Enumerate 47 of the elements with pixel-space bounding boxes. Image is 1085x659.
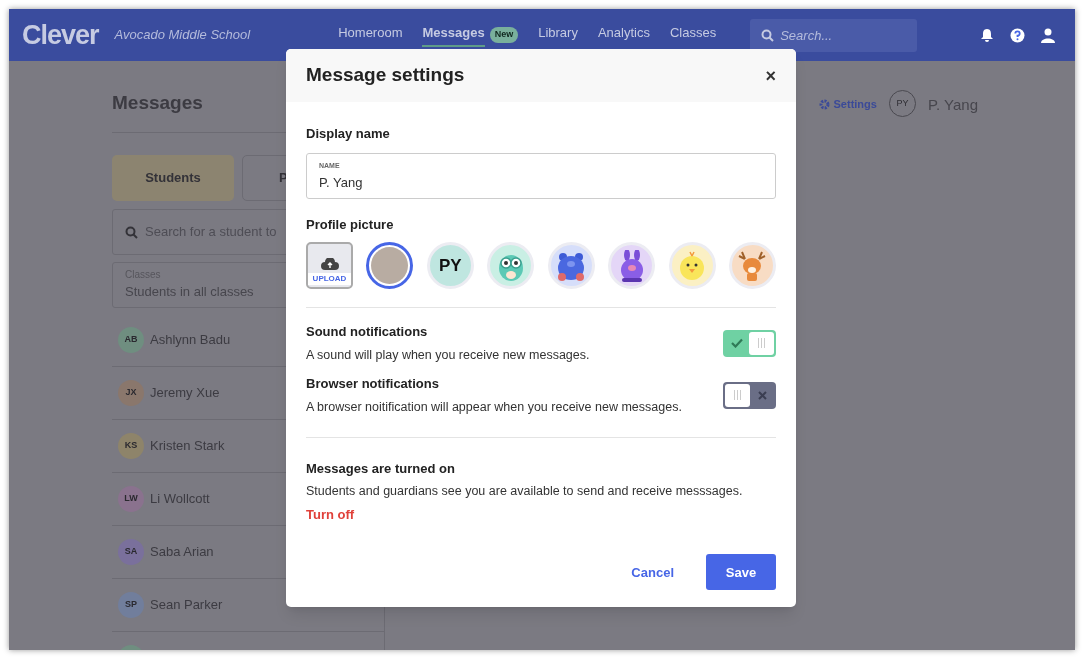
new-badge: New	[489, 27, 519, 43]
student-avatar: JX	[118, 379, 144, 406]
student-name: Jeremy Xue	[150, 383, 220, 402]
tab[interactable]: Students	[112, 154, 234, 201]
gear-icon	[818, 98, 830, 110]
toggle-knob	[725, 383, 750, 407]
bell-icon[interactable]	[980, 27, 994, 43]
search-field[interactable]: Search...	[750, 18, 918, 52]
student-name: Ashlynn Badu	[150, 330, 231, 349]
page-title: Messages	[112, 91, 204, 115]
search-icon	[761, 28, 775, 42]
turn-off-link[interactable]: Turn off	[306, 504, 355, 525]
x-icon	[757, 390, 767, 400]
close-button[interactable]: ×	[765, 66, 776, 85]
avatar-option[interactable]	[366, 242, 414, 289]
help-icon[interactable]	[1010, 27, 1025, 43]
student-name: Sean Parker	[150, 595, 223, 614]
student-name: Kristen Stark	[150, 436, 225, 455]
toggle-switch[interactable]	[723, 329, 776, 357]
nav-link[interactable]: Messages	[422, 23, 485, 47]
upload-button[interactable]: UPLOAD	[306, 242, 353, 289]
student-avatar: KS	[118, 432, 144, 459]
save-button[interactable]: Save	[706, 554, 776, 591]
student-avatar: LW	[118, 485, 144, 512]
nav-link[interactable]: Analytics	[597, 23, 650, 47]
chick-icon	[678, 250, 707, 281]
logo: Clever	[22, 18, 99, 52]
cloud-upload-icon	[320, 258, 339, 270]
nav-link[interactable]: Homeroom	[338, 23, 403, 47]
photo-placeholder	[371, 247, 409, 284]
cancel-button[interactable]: Cancel	[631, 562, 674, 582]
toggle-knob	[749, 331, 774, 355]
student-avatar: AB	[118, 326, 144, 353]
toggle-switch[interactable]	[723, 381, 776, 409]
check-icon	[731, 338, 743, 349]
student-name: Li Wollcott	[150, 489, 210, 508]
search-icon	[125, 225, 138, 239]
nav-link[interactable]: Library	[538, 23, 578, 47]
avatar-option[interactable]: PY	[426, 242, 474, 289]
school-name: Avocado Middle School	[114, 26, 251, 45]
dialog-title: Message settings	[306, 63, 465, 88]
nav-link[interactable]: Classes	[669, 23, 717, 47]
student-avatar: SP	[118, 591, 144, 618]
user-icon[interactable]	[1041, 27, 1055, 43]
student-name: Saba Arian	[150, 542, 214, 561]
student-avatar: SA	[118, 538, 144, 565]
section-label: Display name	[306, 125, 391, 143]
